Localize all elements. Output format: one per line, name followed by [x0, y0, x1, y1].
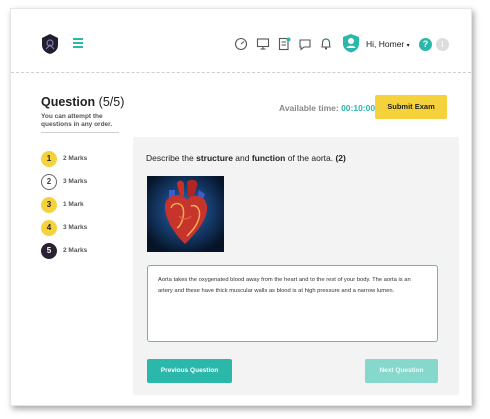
chat-icon[interactable]	[298, 37, 312, 51]
question-number-badge: 2	[41, 174, 57, 190]
app-window: Hi, Homer ▾ ? i Question (5/5) You can a…	[10, 8, 472, 406]
available-time-label: Available time:	[279, 103, 339, 113]
answer-textarea[interactable]: Aorta takes the oxygenated blood away fr…	[147, 265, 438, 342]
monitor-icon[interactable]	[256, 37, 270, 51]
question-list: 1 2 Marks 2 3 Marks 3 1 Mark 4 3 Marks 5…	[41, 151, 131, 266]
available-time-value: 00:10:00	[341, 103, 376, 113]
menu-icon[interactable]	[73, 38, 83, 48]
notebook-icon[interactable]	[277, 37, 291, 51]
divider	[41, 132, 119, 133]
next-question-button: Next Question	[365, 359, 438, 383]
heart-diagram-image	[147, 176, 224, 252]
question-panel: Describe the structure and function of t…	[133, 137, 459, 395]
question-marks: 2 Marks	[63, 247, 88, 254]
question-number-badge: 5	[41, 243, 57, 259]
question-number-badge: 3	[41, 197, 57, 213]
chevron-down-icon: ▾	[406, 43, 410, 49]
question-text-part: Describe the	[146, 153, 197, 163]
question-text-part: and	[232, 153, 252, 163]
question-text-bold: structure	[196, 153, 233, 163]
dashboard-gauge-icon[interactable]	[234, 37, 248, 51]
question-item-2[interactable]: 2 3 Marks	[41, 174, 131, 197]
help-icon[interactable]: ?	[419, 38, 432, 51]
question-marks: 3 Marks	[63, 224, 88, 231]
question-text-bold: function	[251, 153, 286, 163]
question-item-1[interactable]: 1 2 Marks	[41, 151, 131, 174]
bell-icon[interactable]	[319, 37, 333, 51]
question-item-3[interactable]: 3 1 Mark	[41, 197, 131, 220]
info-icon[interactable]: i	[436, 38, 449, 51]
question-text-part: of the aorta.	[285, 153, 336, 163]
submit-exam-button[interactable]: Submit Exam	[375, 95, 447, 119]
question-marks: 3 Marks	[63, 178, 88, 185]
question-marks: 1 Mark	[63, 201, 84, 208]
question-hint: You can attempt the questions in any ord…	[41, 113, 113, 128]
top-header: Hi, Homer ▾ ? i	[11, 9, 471, 73]
question-item-5[interactable]: 5 2 Marks	[41, 243, 131, 266]
user-greeting: Hi, Homer	[366, 39, 405, 49]
page-title: Question (5/5)	[41, 95, 124, 109]
question-number-badge: 4	[41, 220, 57, 236]
available-time: Available time: 00:10:00	[279, 103, 375, 113]
shield-logo-icon[interactable]	[41, 33, 59, 55]
avatar-icon[interactable]	[342, 33, 360, 53]
previous-question-button[interactable]: Previous Question	[147, 359, 232, 383]
question-title: Question	[41, 95, 96, 109]
question-marks-label: (2)	[335, 153, 346, 163]
question-count: (5/5)	[98, 95, 125, 109]
question-marks: 2 Marks	[63, 155, 88, 162]
user-menu[interactable]: Hi, Homer ▾	[366, 39, 410, 49]
question-item-4[interactable]: 4 3 Marks	[41, 220, 131, 243]
question-text: Describe the structure and function of t…	[146, 153, 346, 163]
question-number-badge: 1	[41, 151, 57, 167]
